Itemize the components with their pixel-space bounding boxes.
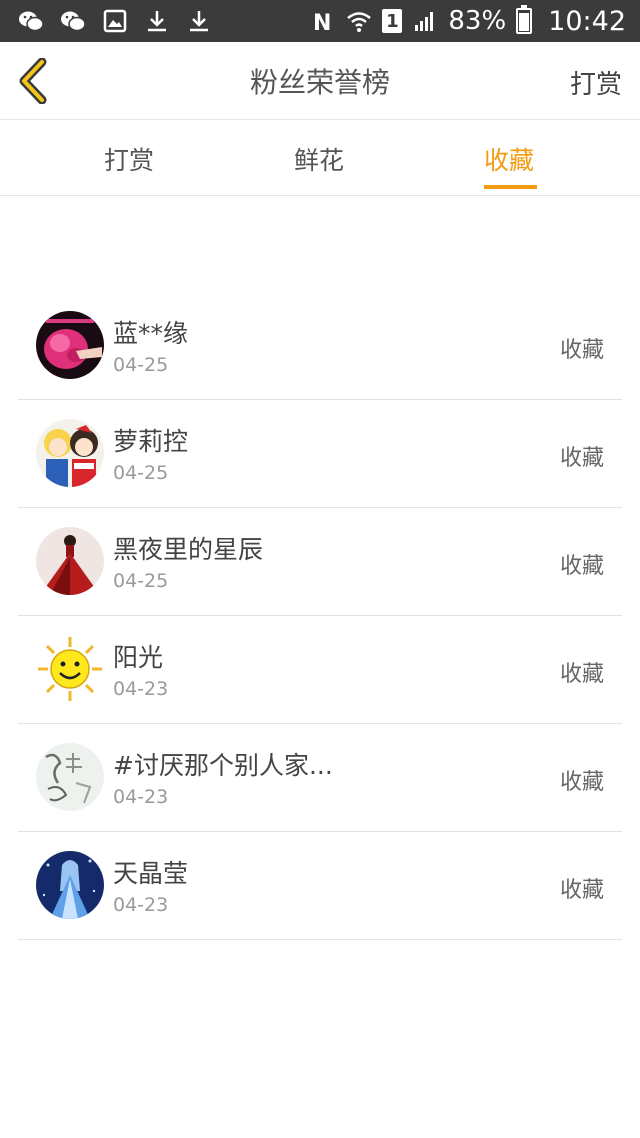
fan-action: 收藏 xyxy=(559,878,604,903)
fan-name: 蓝**缘 xyxy=(113,319,189,348)
system-icons: N 1 83% 10:42 xyxy=(310,5,626,37)
nfc-icon: N xyxy=(313,11,331,33)
signal-icon xyxy=(415,12,434,31)
tab-flowers[interactable]: 鲜花 xyxy=(294,141,344,177)
avatar xyxy=(36,851,104,919)
notification-icons xyxy=(18,9,212,33)
battery-icon xyxy=(516,5,533,34)
fan-action: 收藏 xyxy=(559,554,604,579)
fan-date: 04-23 xyxy=(113,894,169,916)
calligraphy-avatar-image xyxy=(36,743,104,811)
chevron-left-icon xyxy=(19,58,47,104)
smiley-sun-avatar-image xyxy=(36,635,104,703)
status-bar: N 1 83% 10:42 xyxy=(0,0,640,42)
fan-date: 04-25 xyxy=(113,570,169,592)
blue-fairy-avatar-image xyxy=(36,851,104,919)
fan-action: 收藏 xyxy=(559,446,604,471)
tab-reward[interactable]: 打赏 xyxy=(104,141,154,177)
red-dress-avatar-image xyxy=(36,527,104,595)
anime-girls-avatar-image xyxy=(36,419,104,487)
sim-badge: 1 xyxy=(382,9,403,33)
fan-name: 黑夜里的星辰 xyxy=(113,535,264,564)
page-title: 粉丝荣誉榜 xyxy=(249,65,390,99)
header: 粉丝荣誉榜 打赏 xyxy=(0,42,640,120)
wechat-icon xyxy=(61,11,86,32)
tab-favorites[interactable]: 收藏 xyxy=(484,141,534,177)
image-icon xyxy=(103,9,127,33)
fan-date: 04-23 xyxy=(113,678,169,700)
wechat-icon xyxy=(19,11,44,32)
fan-action: 收藏 xyxy=(559,338,604,363)
fan-name: 天晶莹 xyxy=(113,859,189,888)
fan-name: 萝莉控 xyxy=(113,427,189,456)
fan-action: 收藏 xyxy=(559,662,604,687)
download-icon xyxy=(190,11,208,32)
fan-name: #讨厌那个别人家... xyxy=(113,751,333,780)
list-item[interactable]: 天晶莹 04-23 收藏 xyxy=(18,832,622,940)
avatar xyxy=(36,311,104,379)
pink-flower-avatar-image xyxy=(36,311,104,379)
battery-percent: 83% xyxy=(448,6,507,36)
avatar xyxy=(36,743,104,811)
list-item[interactable]: 黑夜里的星辰 04-25 收藏 xyxy=(18,508,622,616)
wifi-icon xyxy=(347,12,372,32)
fan-action: 收藏 xyxy=(559,770,604,795)
fan-name: 阳光 xyxy=(113,643,164,672)
list-item[interactable]: 阳光 04-23 收藏 xyxy=(18,616,622,724)
list-item[interactable]: #讨厌那个别人家... 04-23 收藏 xyxy=(18,724,622,832)
back-button[interactable] xyxy=(14,58,54,104)
avatar xyxy=(36,419,104,487)
active-tab-indicator xyxy=(484,185,537,189)
fan-date: 04-25 xyxy=(113,354,169,376)
fan-list: 蓝**缘 04-25 收藏 萝莉控 04-25 收藏 黑夜里的星辰 04-25 … xyxy=(18,292,622,940)
download-icon xyxy=(148,11,166,32)
clock: 10:42 xyxy=(548,5,626,37)
reward-button[interactable]: 打赏 xyxy=(570,64,622,101)
fan-date: 04-25 xyxy=(113,462,169,484)
fan-date: 04-23 xyxy=(113,786,169,808)
avatar xyxy=(36,635,104,703)
avatar xyxy=(36,527,104,595)
tab-bar: 打赏 鲜花 收藏 xyxy=(0,121,640,196)
list-item[interactable]: 萝莉控 04-25 收藏 xyxy=(18,400,622,508)
list-item[interactable]: 蓝**缘 04-25 收藏 xyxy=(18,292,622,400)
svg-text:N: N xyxy=(313,11,331,33)
